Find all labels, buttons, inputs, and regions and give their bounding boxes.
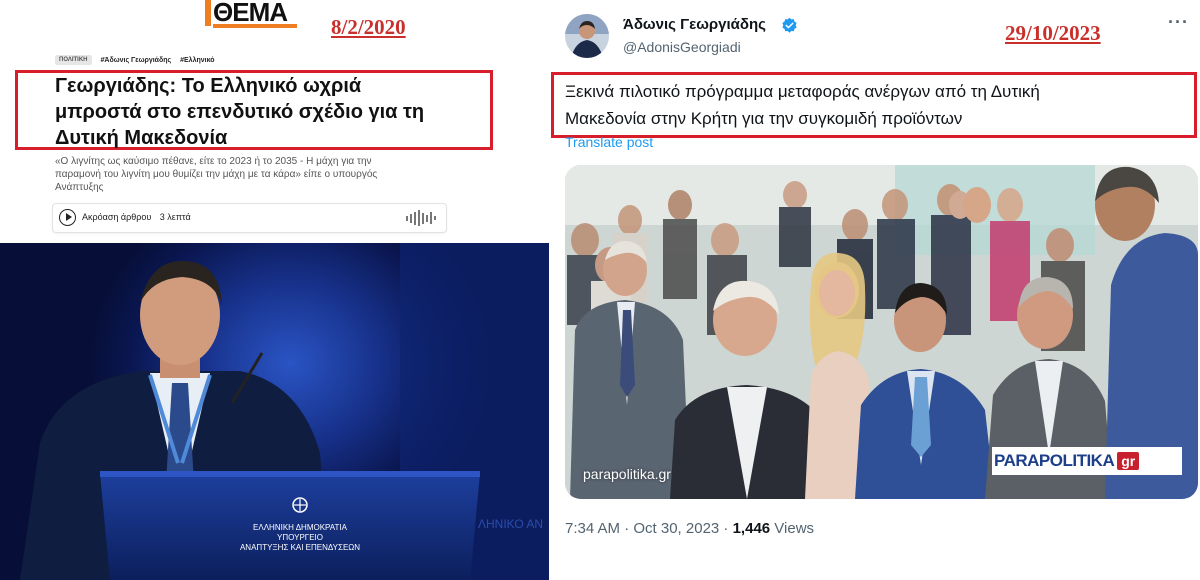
views-label: Views <box>770 520 815 537</box>
tweet-line: Ξεκινά πιλοτικό πρόγραμμα μεταφοράς ανέρ… <box>565 82 1040 101</box>
parapolitika-logo-text: PARAPOLITIKA <box>994 451 1115 470</box>
tweet-timestamp[interactable]: 7:34 AM · Oct 30, 2023 · <box>565 520 733 537</box>
author-handle[interactable]: @AdonisGeorgiadi <box>623 39 741 55</box>
avatar[interactable] <box>565 14 609 58</box>
tweet-date-annotation: 29/10/2023 <box>1005 21 1101 45</box>
tweet-metadata: 7:34 AM · Oct 30, 2023 · 1,446 Views <box>565 520 814 537</box>
lede-line: παραμονή του λιγνίτη μου θυμίζει την μάχ… <box>55 169 378 180</box>
tweet-text: Ξεκινά πιλοτικό πρόγραμμα μεταφοράς ανέρ… <box>565 78 1185 132</box>
lede-line: «Ο λιγνίτης ως καύσιμο πέθανε, είτε το 2… <box>55 156 372 167</box>
watermark-source-text: parapolitika.gr <box>583 466 671 482</box>
waveform-icon[interactable] <box>406 210 436 226</box>
article-tags: ΠΟΛΙΤΙΚΗ #Άδωνις Γεωργιάδης #Ελληνικό <box>55 54 215 66</box>
parapolitika-logo: PARAPOLITIKA gr <box>992 447 1182 475</box>
translate-post-link[interactable]: Translate post <box>565 134 653 150</box>
audio-label: Ακρόαση άρθρου 3 λεπτά <box>82 212 191 222</box>
headline-line: Γεωργιάδης: Το Ελληνικό ωχριά <box>55 75 362 97</box>
audio-player: Ακρόαση άρθρου 3 λεπτά <box>52 203 447 233</box>
speaker-photo-illustration: ΛΗΝΙΚΟ ΑΝ ΕΛΛΗΝΙΚΗ ΔΗΜΟΚΡΑΤΙΑ ΥΠΟΥΡΓΕΙΟ … <box>20 243 549 580</box>
logo-text: ΘΕΜΑ <box>213 0 288 27</box>
parapolitika-logo-tld: gr <box>1117 452 1140 470</box>
article-headline: Γεωργιάδης: Το Ελληνικό ωχριά μπροστά στ… <box>55 73 480 151</box>
headline-line: Δυτική Μακεδονία <box>55 127 228 149</box>
headline-line: μπροστά στο επενδυτικό σχέδιο για τη <box>55 101 425 123</box>
author-display-name[interactable]: Άδωνις Γεωργιάδης <box>623 16 766 33</box>
views-count: 1,446 <box>732 520 771 537</box>
tag-link[interactable]: #Άδωνις Γεωργιάδης <box>101 57 172 64</box>
thema-logo[interactable]: ΘΕΜΑ <box>205 0 297 28</box>
podium-line-3: ΑΝΑΠΤΥΞΗΣ ΚΑΙ ΕΠΕΝΔΥΣΕΩΝ <box>240 543 360 552</box>
category-tag[interactable]: ΠΟΛΙΤΙΚΗ <box>55 55 92 65</box>
audio-duration: 3 λεπτά <box>159 212 191 222</box>
audio-title: Ακρόαση άρθρου <box>82 212 152 222</box>
verified-badge-icon <box>781 17 798 34</box>
article-date-annotation: 8/2/2020 <box>331 15 406 39</box>
podium-line-2: ΥΠΟΥΡΓΕΙΟ <box>277 533 323 542</box>
avatar-image <box>565 14 609 58</box>
article-lede: «Ο λιγνίτης ως καύσιμο πέθανε, είτε το 2… <box>55 155 455 194</box>
tweet-line: Μακεδονία στην Κρήτη για την συγκομιδή π… <box>565 109 963 128</box>
play-icon[interactable] <box>59 209 76 226</box>
more-options-icon[interactable]: ··· <box>1168 12 1189 33</box>
logo-accent <box>205 0 211 26</box>
logo-underline <box>213 24 297 28</box>
tag-link[interactable]: #Ελληνικό <box>180 57 214 64</box>
podium-line-1: ΕΛΛΗΝΙΚΗ ΔΗΜΟΚΡΑΤΙΑ <box>253 523 348 532</box>
speaker-photo: ΛΗΝΙΚΟ ΑΝ ΕΛΛΗΝΙΚΗ ΔΗΜΟΚΡΑΤΙΑ ΥΠΟΥΡΓΕΙΟ … <box>0 243 549 580</box>
backdrop-text: ΛΗΝΙΚΟ ΑΝ <box>478 517 543 531</box>
lede-line: Ανάπτυξης <box>55 182 104 193</box>
